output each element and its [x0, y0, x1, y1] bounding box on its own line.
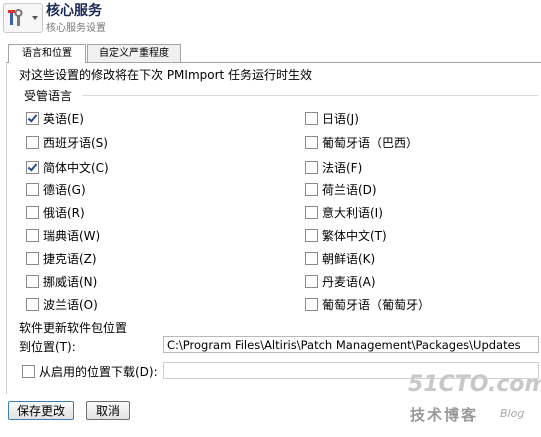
notice-text: 对这些设置的修改将在下次 PMImport 任务运行时生效	[19, 68, 313, 82]
language-checkbox-traditional-chinese[interactable]: 繁体中文(T)	[305, 226, 387, 244]
location-input[interactable]: C:\Program Files\Altiris\Patch Managemen…	[163, 336, 539, 353]
checkbox-label: 法语(F)	[322, 160, 363, 175]
checkbox-label: 繁体中文(T)	[322, 228, 387, 243]
language-checkbox-italian[interactable]: 意大利语(I)	[305, 203, 383, 221]
cancel-button[interactable]: 取消	[86, 401, 130, 420]
language-checkbox-japanese[interactable]: 日语(J)	[305, 109, 359, 127]
tools-menu-button[interactable]	[3, 3, 43, 33]
checkbox-box[interactable]	[305, 111, 318, 125]
language-checkbox-portuguese-portugal[interactable]: 葡萄牙语（葡萄牙）	[305, 295, 430, 313]
checkbox-box[interactable]	[305, 135, 318, 149]
checkbox-label: 西班牙语(S)	[43, 135, 108, 150]
package-location-title: 软件更新软件包位置	[19, 321, 128, 335]
checkbox-label: 英语(E)	[43, 111, 84, 126]
language-checkbox-dutch[interactable]: 荷兰语(D)	[305, 180, 377, 198]
checkbox-label: 挪威语(N)	[43, 274, 98, 289]
tools-icon	[8, 9, 23, 26]
group-divider	[82, 95, 538, 96]
checkbox-label: 波兰语(O)	[43, 297, 98, 312]
checkbox-box[interactable]	[26, 251, 39, 265]
watermark-text: 技术博客	[410, 406, 479, 424]
checkbox-box[interactable]	[305, 228, 318, 242]
checkbox-label: 从启用的位置下载(D):	[39, 364, 158, 379]
checkbox-box[interactable]	[305, 274, 318, 288]
language-checkbox-danish[interactable]: 丹麦语(A)	[305, 272, 376, 290]
language-checkbox-simplified-chinese[interactable]: 简体中文(C)	[26, 158, 109, 176]
watermark-logo: 51CTO.com	[408, 372, 541, 397]
tab-language-location[interactable]: 语言和位置	[8, 44, 86, 63]
checkbox-label: 俄语(R)	[43, 205, 85, 220]
checkbox-box[interactable]	[26, 297, 39, 311]
language-checkbox-korean[interactable]: 朝鲜语(K)	[305, 249, 375, 267]
checkbox-label: 丹麦语(A)	[322, 274, 376, 289]
checkbox-box[interactable]	[305, 205, 318, 219]
checkbox-box[interactable]	[305, 160, 318, 174]
checkbox-box[interactable]	[305, 251, 318, 265]
checkbox-label: 简体中文(C)	[43, 160, 109, 175]
checkbox-box[interactable]	[26, 160, 39, 174]
checkbox-box[interactable]	[26, 182, 39, 196]
download-from-enabled-checkbox[interactable]: 从启用的位置下载(D):	[22, 362, 158, 380]
checkbox-box[interactable]	[22, 364, 35, 378]
page-title: 核心服务	[46, 3, 102, 19]
language-checkbox-portuguese-brazil[interactable]: 葡萄牙语（巴西）	[305, 133, 418, 151]
checkbox-box[interactable]	[26, 274, 39, 288]
checkbox-label: 捷克语(Z)	[43, 251, 97, 266]
language-checkbox-english[interactable]: 英语(E)	[26, 109, 84, 127]
group-title: 受管语言	[24, 89, 73, 103]
tab-custom-severity[interactable]: 自定义严重程度	[87, 44, 181, 62]
checkbox-box[interactable]	[26, 111, 39, 125]
language-checkbox-polish[interactable]: 波兰语(O)	[26, 295, 98, 313]
checkbox-label: 朝鲜语(K)	[322, 251, 376, 266]
save-button[interactable]: 保存更改	[8, 401, 74, 420]
language-checkbox-russian[interactable]: 俄语(R)	[26, 203, 85, 221]
language-checkbox-spanish[interactable]: 西班牙语(S)	[26, 133, 108, 151]
language-checkbox-czech[interactable]: 捷克语(Z)	[26, 249, 97, 267]
language-checkbox-german[interactable]: 德语(G)	[26, 180, 86, 198]
checkbox-box[interactable]	[305, 182, 318, 196]
language-checkbox-french[interactable]: 法语(F)	[305, 158, 362, 176]
checkbox-label: 意大利语(I)	[322, 205, 383, 220]
checkbox-box[interactable]	[26, 135, 39, 149]
checkbox-box[interactable]	[26, 228, 39, 242]
language-checkbox-swedish[interactable]: 瑞典语(W)	[26, 226, 100, 244]
checkbox-box[interactable]	[305, 297, 318, 311]
checkbox-label: 葡萄牙语（巴西）	[322, 135, 419, 150]
location-label: 到位置(T):	[19, 340, 76, 354]
watermark-blog: Blog	[500, 407, 525, 420]
checkbox-box[interactable]	[26, 205, 39, 219]
page-subtitle: 核心服务设置	[46, 23, 106, 34]
checkbox-label: 日语(J)	[322, 111, 359, 126]
checkbox-label: 瑞典语(W)	[43, 228, 101, 243]
language-checkbox-norwegian[interactable]: 挪威语(N)	[26, 272, 97, 290]
chevron-down-icon	[32, 16, 38, 20]
checkbox-label: 荷兰语(D)	[322, 182, 377, 197]
checkbox-label: 葡萄牙语（葡萄牙）	[322, 297, 431, 312]
checkbox-label: 德语(G)	[43, 182, 86, 197]
